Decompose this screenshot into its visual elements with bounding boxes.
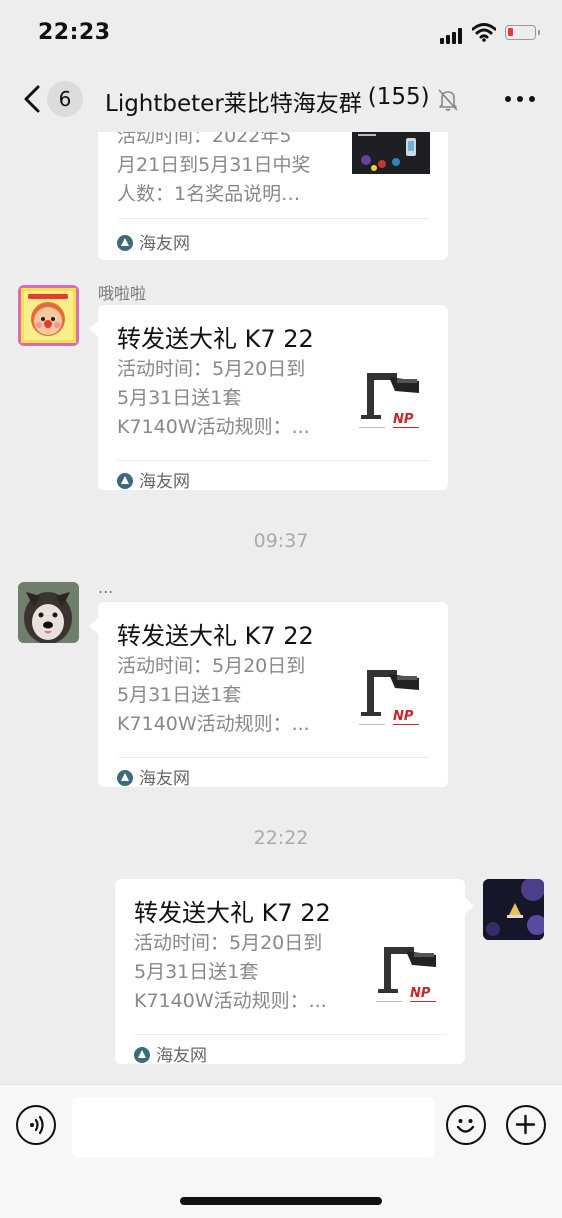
status-bar: 22:23 — [0, 0, 562, 66]
link-card[interactable]: 转发送大礼 K7 22 活动时间：5月20日到 5月31日送1套 K7140W活… — [98, 305, 448, 492]
wifi-icon — [472, 23, 496, 42]
card-description: 活动时间：5月20日到 5月31日送1套 K7140W活动规则：... — [117, 358, 310, 438]
source-logo-icon — [117, 473, 133, 489]
emoji-icon[interactable] — [446, 1105, 486, 1145]
back-chevron-icon[interactable] — [18, 83, 48, 115]
card-thumbnail: A7 — [352, 132, 430, 174]
source-logo-icon — [134, 1047, 150, 1063]
card-description: 活动时间：5月20日到 5月31日送1套 K7140W活动规则：... — [117, 655, 310, 735]
chat-header: 6 Lightbeter莱比特海友群 (155) — [0, 66, 562, 132]
unread-count-badge[interactable]: 6 — [47, 81, 83, 117]
status-time: 22:23 — [38, 20, 111, 45]
card-source: 海友网 — [117, 764, 190, 789]
card-title: 转发送大礼 K7 22 — [117, 622, 314, 650]
svg-text:NP: NP — [393, 412, 414, 427]
sender-name: ... — [98, 578, 114, 597]
source-logo-icon — [117, 770, 133, 786]
voice-icon[interactable] — [16, 1105, 56, 1145]
timestamp: 09:37 — [253, 530, 309, 552]
link-card[interactable]: 活动时间：2022年5 月21日到5月31日中奖 人数：1名奖品说明… A7 — [98, 132, 448, 260]
svg-text:NP: NP — [393, 709, 414, 724]
cellular-signal-icon — [440, 26, 466, 44]
plus-icon[interactable] — [506, 1105, 546, 1145]
my-avatar[interactable] — [483, 879, 544, 940]
more-dots-icon[interactable] — [505, 96, 535, 104]
card-description: 活动时间：5月20日到 5月31日送1套 K7140W活动规则：... — [134, 932, 327, 1012]
message-list[interactable]: 活动时间：2022年5 月21日到5月31日中奖 人数：1名奖品说明… A7 — [0, 132, 562, 1084]
chat-title[interactable]: Lightbeter莱比特海友群 (155) — [105, 84, 440, 116]
card-source: 海友网 — [117, 229, 190, 254]
timestamp: 22:22 — [253, 827, 309, 849]
mute-bell-icon — [438, 89, 458, 111]
card-thumbnail: NP — [353, 662, 433, 742]
message-input[interactable] — [72, 1097, 434, 1157]
member-count: (155) — [367, 84, 430, 110]
card-source: 海友网 — [117, 467, 190, 492]
svg-text:NP: NP — [410, 986, 431, 1001]
source-logo-icon — [117, 235, 133, 251]
link-card[interactable]: 转发送大礼 K7 22 活动时间：5月20日到 5月31日送1套 K7140W活… — [98, 602, 448, 789]
group-name: Lightbeter莱比特海友群 — [105, 91, 362, 116]
sender-name: 哦啦啦 — [98, 284, 147, 303]
card-source: 海友网 — [134, 1041, 207, 1066]
card-thumbnail: NP — [370, 939, 450, 1019]
avatar[interactable] — [18, 582, 79, 643]
battery-icon — [505, 25, 540, 40]
avatar[interactable] — [18, 285, 79, 346]
link-card[interactable]: 转发送大礼 K7 22 活动时间：5月20日到 5月31日送1套 K7140W活… — [115, 879, 465, 1066]
card-title: 转发送大礼 K7 22 — [117, 325, 314, 353]
card-thumbnail: NP — [353, 365, 433, 445]
home-indicator[interactable] — [180, 1197, 382, 1205]
card-description: 活动时间：2022年5 月21日到5月31日中奖 人数：1名奖品说明… — [117, 132, 311, 205]
card-title: 转发送大礼 K7 22 — [134, 899, 331, 927]
